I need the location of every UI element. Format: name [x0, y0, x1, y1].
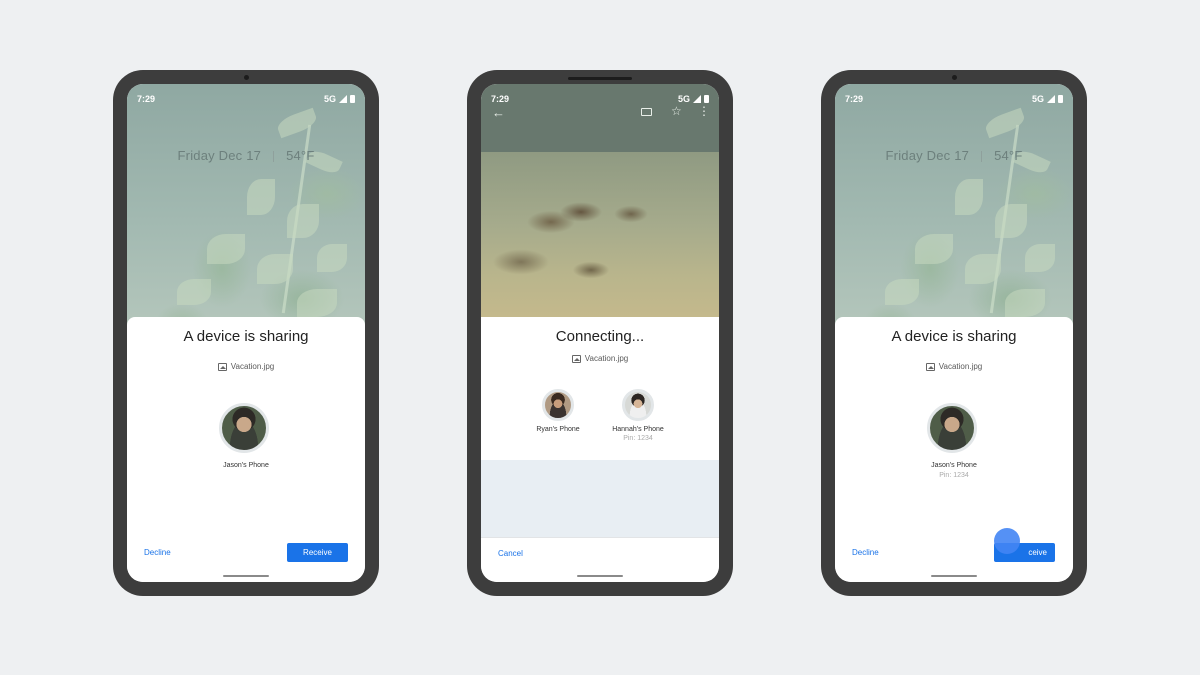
file-name: Vacation.jpg	[230, 362, 275, 371]
lockscreen-wallpaper	[835, 84, 1073, 334]
signal-icon	[339, 95, 347, 103]
image-file-icon	[571, 355, 581, 363]
device-avatar[interactable]	[927, 403, 977, 453]
device-name-hannah: Hannah's Phone	[612, 426, 664, 433]
home-indicator	[931, 575, 977, 577]
lockscreen-date: Friday Dec 17 54°F	[835, 148, 1073, 163]
phone-right: 7:29 5G Friday Dec 17 54°F A device is sh…	[821, 70, 1087, 596]
network-label: 5G	[323, 94, 336, 104]
earpiece-speaker	[568, 77, 632, 80]
status-bar: 7:29 5G	[845, 93, 1063, 105]
sheet-title: Connecting...	[555, 328, 645, 345]
date-text: Friday Dec 17	[177, 148, 262, 163]
weather-temp: 54°F	[994, 148, 1023, 163]
file-row: Vacation.jpg	[835, 362, 1073, 371]
phone-screen: 7:29 5G Friday Dec 17 54°F A device is sh…	[127, 84, 365, 582]
receive-button[interactable]: Receive	[287, 543, 348, 562]
status-time: 7:29	[845, 94, 864, 104]
device-avatar-hannah[interactable]	[622, 389, 654, 421]
more-vert-icon[interactable]: ⋮	[698, 104, 710, 118]
device-pin: Pin: 1234	[939, 472, 969, 479]
home-indicator	[577, 575, 623, 577]
image-file-icon	[925, 363, 935, 371]
sheet-title: A device is sharing	[183, 328, 309, 345]
device-avatar-ryan[interactable]	[542, 389, 574, 421]
home-indicator	[223, 575, 269, 577]
vacation-photo	[481, 152, 719, 317]
file-name: Vacation.jpg	[938, 362, 983, 371]
device-avatar[interactable]	[219, 403, 269, 453]
status-bar: 7:29 5G	[491, 93, 709, 105]
lockscreen-date: Friday Dec 17 54°F	[127, 148, 365, 163]
battery-icon	[350, 95, 355, 103]
file-name: Vacation.jpg	[584, 354, 629, 363]
phone-screen: ← ☆ ⋮ 7:29 5G Connecting... Vacation.jpg…	[481, 84, 719, 582]
front-camera	[951, 75, 957, 80]
network-label: 5G	[1031, 94, 1044, 104]
sheet-empty-area	[481, 460, 719, 537]
device-name: Jason's Phone	[223, 462, 269, 469]
status-time: 7:29	[491, 94, 510, 104]
decline-button[interactable]: Decline	[144, 548, 171, 557]
weather-temp: 54°F	[286, 148, 315, 163]
battery-icon	[704, 95, 709, 103]
network-label: 5G	[677, 94, 690, 104]
touch-ripple	[994, 528, 1020, 554]
back-arrow-icon[interactable]: ←	[492, 105, 505, 120]
battery-icon	[1058, 95, 1063, 103]
image-file-icon	[217, 363, 227, 371]
status-bar: 7:29 5G	[137, 93, 355, 105]
lockscreen-wallpaper	[127, 84, 365, 334]
divider	[481, 537, 719, 538]
cast-icon[interactable]	[641, 108, 652, 116]
star-icon[interactable]: ☆	[671, 104, 682, 118]
device-name: Jason's Phone	[931, 462, 977, 469]
signal-icon	[1047, 95, 1055, 103]
share-sheet: A device is sharing Vacation.jpg Jason's…	[835, 317, 1073, 582]
receive-button-label: ceive	[1028, 548, 1047, 557]
status-time: 7:29	[137, 94, 156, 104]
cancel-button[interactable]: Cancel	[498, 549, 523, 558]
front-camera	[243, 75, 249, 80]
share-sheet: A device is sharing Vacation.jpg Jason's…	[127, 317, 365, 582]
signal-icon	[693, 95, 701, 103]
share-sheet: Connecting... Vacation.jpg Ryan's Phone …	[481, 317, 719, 582]
file-row: Vacation.jpg	[481, 354, 719, 363]
sheet-title: A device is sharing	[891, 328, 1017, 345]
phone-middle: ← ☆ ⋮ 7:29 5G Connecting... Vacation.jpg…	[467, 70, 733, 596]
phone-left: 7:29 5G Friday Dec 17 54°F A device is sh…	[113, 70, 379, 596]
date-text: Friday Dec 17	[885, 148, 970, 163]
phone-screen: 7:29 5G Friday Dec 17 54°F A device is sh…	[835, 84, 1073, 582]
file-row: Vacation.jpg	[127, 362, 365, 371]
decline-button[interactable]: Decline	[852, 548, 879, 557]
device-pin-hannah: Pin: 1234	[623, 435, 653, 442]
